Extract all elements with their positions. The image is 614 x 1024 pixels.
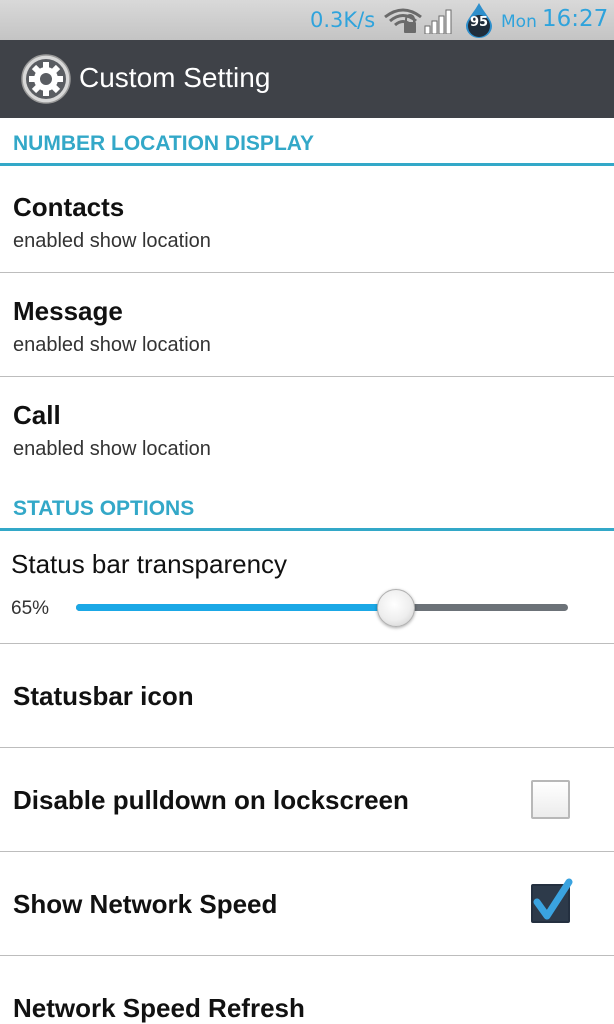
pref-show-network-speed[interactable]: Show Network Speed <box>0 852 614 956</box>
wifi-icon <box>384 8 422 33</box>
pref-summary: enabled show location <box>13 438 211 460</box>
section-header-label: STATUS OPTIONS <box>13 497 195 520</box>
transparency-slider-track[interactable] <box>76 604 568 611</box>
transparency-slider-fill <box>76 604 396 611</box>
pref-network-speed-refresh[interactable]: Network Speed Refresh <box>0 956 614 1024</box>
pref-statusbar-icon[interactable]: Statusbar icon <box>0 644 614 748</box>
pref-contacts[interactable]: Contacts enabled show location <box>0 168 614 272</box>
pref-title: Message <box>13 296 123 326</box>
section-header-status-options: STATUS OPTIONS <box>0 485 614 531</box>
section-header-number-location: NUMBER LOCATION DISPLAY <box>0 120 614 166</box>
battery-level-text: 95 <box>469 15 489 30</box>
pref-summary: enabled show location <box>13 230 211 252</box>
slider-value-text: 65% <box>11 598 50 619</box>
pref-title: Disable pulldown on lockscreen <box>13 785 409 815</box>
page-title: Custom Setting <box>79 62 271 93</box>
status-day: Mon <box>501 12 537 32</box>
pref-disable-pulldown[interactable]: Disable pulldown on lockscreen <box>0 748 614 852</box>
signal-icon <box>424 9 452 34</box>
checkmark-icon <box>533 878 573 920</box>
pref-title: Network Speed Refresh <box>13 993 305 1023</box>
disable-pulldown-checkbox[interactable] <box>531 780 570 819</box>
slider-label: Status bar transparency <box>11 549 288 579</box>
pref-title: Call <box>13 400 61 430</box>
transparency-slider-thumb[interactable] <box>377 589 415 627</box>
pref-title: Statusbar icon <box>13 681 194 711</box>
section-header-label: NUMBER LOCATION DISPLAY <box>13 132 315 155</box>
status-bar: 0.3K/s 95 Mon 16:27 <box>0 0 614 40</box>
status-time: 16:27 <box>542 6 609 32</box>
show-network-speed-checkbox[interactable] <box>531 878 573 923</box>
pref-title: Show Network Speed <box>13 889 278 919</box>
pref-message[interactable]: Message enabled show location <box>0 273 614 377</box>
pref-summary: enabled show location <box>13 334 211 356</box>
network-speed-text: 0.3K/s <box>310 8 376 32</box>
gear-icon[interactable] <box>20 53 72 105</box>
pref-title: Contacts <box>13 192 125 222</box>
pref-call[interactable]: Call enabled show location <box>0 377 614 481</box>
action-bar: Custom Setting <box>0 40 614 118</box>
